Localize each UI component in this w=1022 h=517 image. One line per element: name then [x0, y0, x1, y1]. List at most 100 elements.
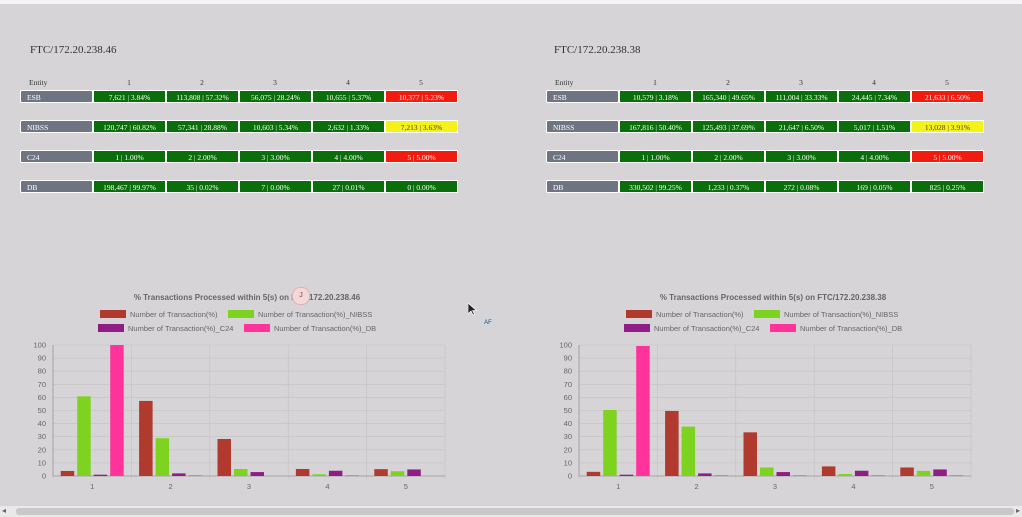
bar-chart: % Transactions Processed within 5(s) on … — [30, 288, 470, 493]
panel-title: FTC/172.20.238.38 — [554, 44, 641, 56]
legend-label: Number of Transaction(%)_C24 — [654, 324, 759, 333]
col-header-5: 5 — [419, 78, 423, 87]
chart-title: % Transactions Processed within 5(s) on … — [134, 293, 361, 302]
bar — [234, 469, 248, 476]
x-tick-label: 2 — [695, 482, 699, 491]
x-tick-label: 1 — [90, 482, 94, 491]
y-tick-label: 40 — [38, 419, 46, 428]
bar — [139, 400, 153, 476]
value-cell: 5 | 5.00% — [385, 150, 458, 163]
legend-swatch — [754, 310, 780, 318]
y-tick-label: 40 — [564, 419, 572, 428]
legend-label: Number of Transaction(%) — [656, 310, 744, 319]
bar — [110, 345, 124, 476]
value-cell: 57,341 | 28.88% — [166, 120, 239, 133]
y-tick-label: 0 — [568, 472, 572, 481]
bar — [188, 475, 203, 476]
value-cell: 165,340 | 49.65% — [692, 90, 765, 103]
table-header: Entity 1 2 3 4 5 — [546, 78, 986, 88]
value-cell: 7,213 | 3.63% — [385, 120, 458, 133]
value-cell: 3 | 3.00% — [239, 150, 312, 163]
entity-cell: DB — [20, 180, 93, 193]
scroll-left-icon[interactable]: ◂ — [2, 506, 6, 515]
x-tick-label: 5 — [404, 482, 408, 491]
af-badge[interactable]: AF — [481, 316, 495, 330]
bar — [933, 469, 947, 476]
value-cell: 169 | 0.05% — [838, 180, 911, 193]
value-cell: 4 | 4.00% — [838, 150, 911, 163]
bar — [312, 474, 326, 476]
y-tick-label: 70 — [564, 380, 572, 389]
scroll-thumb[interactable] — [16, 508, 1014, 515]
bar — [407, 469, 421, 476]
bar — [636, 345, 650, 476]
bar — [871, 475, 885, 476]
value-cell: 111,004 | 33.33% — [765, 90, 838, 103]
y-tick-label: 80 — [564, 367, 572, 376]
value-cell: 330,502 | 99.25% — [619, 180, 692, 193]
bar — [776, 472, 790, 476]
value-cell: 125,493 | 37.69% — [692, 120, 765, 133]
panel-right: FTC/172.20.238.38 Entity 1 2 3 4 5 ESB 1… — [546, 0, 1022, 500]
x-tick-label: 2 — [169, 482, 173, 491]
bar — [374, 469, 388, 476]
value-cell: 56,075 | 28.24% — [239, 90, 312, 103]
col-header-3: 3 — [273, 78, 277, 87]
legend-swatch — [244, 324, 270, 332]
bar — [916, 470, 931, 476]
col-header-2: 2 — [200, 78, 204, 87]
value-cell: 2,632 | 1.33% — [312, 120, 385, 133]
horizontal-scrollbar[interactable]: ◂ ▸ — [0, 506, 1022, 517]
value-cell: 7,621 | 3.84% — [93, 90, 166, 103]
value-cell: 35 | 0.02% — [166, 180, 239, 193]
legend-swatch — [100, 310, 126, 318]
value-cell: 1,233 | 0.37% — [692, 180, 765, 193]
bar — [586, 471, 601, 476]
legend-swatch — [624, 324, 650, 332]
y-tick-label: 50 — [38, 406, 46, 415]
bar — [760, 467, 774, 476]
bar — [698, 473, 712, 476]
value-cell: 24,445 | 7.34% — [838, 90, 911, 103]
pin-badge[interactable]: J — [292, 287, 310, 305]
entity-cell: DB — [546, 180, 619, 193]
col-header-1: 1 — [653, 78, 657, 87]
value-cell: 2 | 2.00% — [166, 150, 239, 163]
table-header: Entity 1 2 3 4 5 — [20, 78, 460, 88]
bar-chart-svg: % Transactions Processed within 5(s) on … — [33, 293, 446, 491]
x-tick-label: 3 — [247, 482, 251, 491]
value-cell: 4 | 4.00% — [312, 150, 385, 163]
bar — [603, 409, 617, 476]
y-tick-label: 80 — [38, 367, 46, 376]
scroll-right-icon[interactable]: ▸ — [1016, 506, 1020, 515]
y-tick-label: 50 — [564, 406, 572, 415]
legend-label: Number of Transaction(%)_DB — [274, 324, 376, 333]
y-tick-label: 60 — [564, 393, 572, 402]
value-cell: 10,655 | 5.37% — [312, 90, 385, 103]
bar — [838, 474, 852, 476]
value-cell: 1 | 1.00% — [619, 150, 692, 163]
legend-swatch — [98, 324, 124, 332]
bar — [295, 468, 310, 476]
col-header-3: 3 — [799, 78, 803, 87]
bar — [390, 471, 405, 476]
entity-header: Entity — [29, 78, 48, 87]
value-cell: 27 | 0.01% — [312, 180, 385, 193]
bar — [793, 475, 807, 476]
x-tick-label: 3 — [773, 482, 777, 491]
bar — [155, 438, 170, 476]
value-cell: 3 | 3.00% — [765, 150, 838, 163]
y-tick-label: 100 — [559, 341, 572, 350]
value-cell: 10,579 | 3.18% — [619, 90, 692, 103]
y-tick-label: 10 — [38, 458, 46, 467]
entity-cell: C24 — [546, 150, 619, 163]
value-cell: 10,603 | 5.34% — [239, 120, 312, 133]
y-tick-label: 90 — [564, 354, 572, 363]
bar — [854, 470, 869, 476]
y-tick-label: 90 — [38, 354, 46, 363]
legend-swatch — [228, 310, 254, 318]
panel-title: FTC/172.20.238.46 — [30, 44, 117, 56]
bar — [821, 466, 836, 476]
bar — [900, 467, 914, 476]
y-tick-label: 0 — [42, 472, 46, 481]
